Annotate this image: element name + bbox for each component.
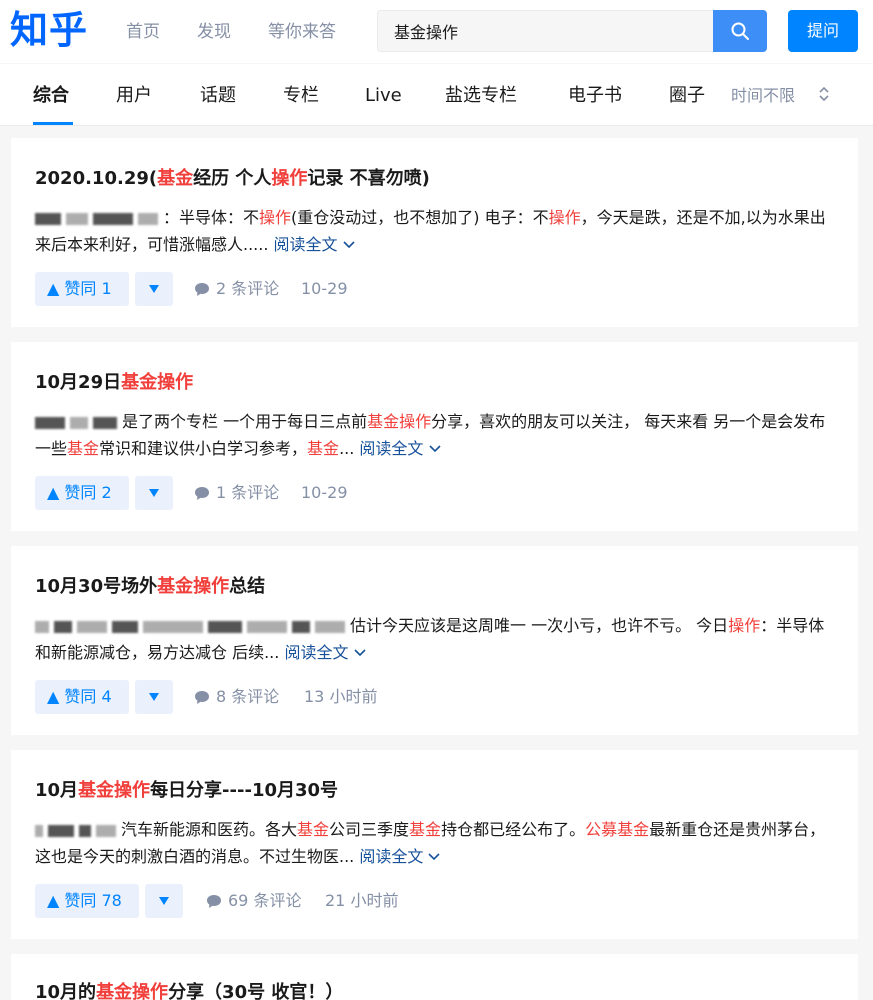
post-time: 13 小时前 — [304, 687, 378, 706]
ask-question-button[interactable]: 提问 — [788, 10, 858, 52]
downvote-button[interactable] — [135, 272, 173, 306]
comment-icon — [207, 895, 221, 908]
read-more-link[interactable]: 阅读全文 — [359, 847, 441, 866]
redacted-text — [96, 824, 116, 837]
search-result-card: 10月29日基金操作 是了两个专栏 一个用于每日三点前基金操作分享，喜欢的朋友可… — [11, 342, 858, 531]
comment-count[interactable]: 2 条评论 — [194, 272, 279, 306]
tab-all[interactable]: 综合 — [33, 84, 69, 108]
time-filter-select[interactable]: 时间不限 — [731, 85, 795, 107]
redacted-text — [112, 620, 138, 633]
triangle-down-icon — [149, 693, 159, 701]
redacted-text — [292, 620, 310, 633]
result-excerpt[interactable]: 汽车新能源和医药。各大基金公司三季度基金持仓都已经公布了。公募基金最新重仓还是贵… — [35, 816, 835, 870]
read-more-link[interactable]: 阅读全文 — [359, 439, 441, 458]
redacted-text — [208, 620, 242, 633]
top-header: 知乎 首页 发现 等你来答 提问 — [0, 0, 873, 63]
redacted-text — [66, 212, 88, 225]
redacted-text — [77, 620, 107, 633]
search-result-card: 10月30号场外基金操作总结 估计今天应该是这周唯一 一次小亏，也许不亏。 今日… — [11, 546, 858, 735]
downvote-button[interactable] — [135, 680, 173, 714]
read-more-link[interactable]: 阅读全文 — [274, 235, 355, 254]
search-result-card: 10月的基金操作分享（30号 收官！） — [11, 954, 858, 1000]
post-time: 10-29 — [301, 483, 348, 502]
redacted-text — [315, 620, 345, 633]
redacted-text — [93, 416, 117, 429]
comment-count[interactable]: 8 条评论 — [194, 680, 279, 714]
result-title[interactable]: 10月基金操作每日分享----10月30号 — [35, 778, 338, 804]
upvote-button[interactable]: ▲ 赞同 1 — [35, 272, 129, 306]
upvote-button[interactable]: ▲ 赞同 2 — [35, 476, 129, 510]
tab-circles[interactable]: 圈子 — [669, 84, 705, 108]
redacted-text — [35, 416, 65, 429]
chevron-down-icon — [353, 649, 366, 657]
tab-topics[interactable]: 话题 — [200, 84, 236, 108]
tab-salt-columns[interactable]: 盐选专栏 — [445, 84, 517, 108]
downvote-button[interactable] — [135, 476, 173, 510]
triangle-down-icon — [149, 489, 159, 497]
search-icon — [731, 22, 749, 40]
search-button[interactable] — [713, 10, 767, 52]
tab-ebooks[interactable]: 电子书 — [568, 84, 622, 108]
redacted-text — [35, 620, 49, 633]
result-title[interactable]: 10月29日基金操作 — [35, 370, 193, 396]
upvote-button[interactable]: ▲ 赞同 78 — [35, 884, 139, 918]
zhihu-logo[interactable]: 知乎 — [10, 6, 88, 54]
triangle-down-icon — [149, 285, 159, 293]
comment-icon — [195, 487, 209, 500]
active-tab-indicator — [33, 122, 73, 125]
comment-icon — [195, 691, 209, 704]
result-excerpt[interactable]: ：半导体：不操作(重仓没动过，也不想加了) 电子：不操作，今天是跌，还是不加,以… — [35, 204, 835, 258]
nav-home[interactable]: 首页 — [126, 20, 160, 44]
chevron-down-icon — [428, 853, 441, 861]
search-input[interactable] — [378, 11, 714, 51]
redacted-text — [93, 212, 133, 225]
triangle-down-icon — [159, 897, 169, 905]
comment-count[interactable]: 1 条评论 — [194, 476, 279, 510]
redacted-text — [70, 416, 88, 429]
comment-count[interactable]: 69 条评论 — [206, 884, 301, 918]
search-result-card: 2020.10.29(基金经历 个人操作记录 不喜勿喷) ：半导体：不操作(重仓… — [11, 138, 858, 327]
redacted-text — [79, 824, 91, 837]
redacted-text — [54, 620, 72, 633]
redacted-text — [35, 212, 61, 225]
result-excerpt[interactable]: 估计今天应该是这周唯一 一次小亏，也许不亏。 今日操作：半导体和新能源减仓，易方… — [35, 612, 835, 666]
search-result-card: 10月基金操作每日分享----10月30号 汽车新能源和医药。各大基金公司三季度… — [11, 750, 858, 939]
redacted-text — [138, 212, 158, 225]
redacted-text — [247, 620, 287, 633]
nav-discover[interactable]: 发现 — [197, 20, 231, 44]
post-time: 10-29 — [301, 279, 348, 298]
sort-arrows-icon[interactable] — [817, 84, 831, 104]
downvote-button[interactable] — [145, 884, 183, 918]
tab-live[interactable]: Live — [365, 84, 402, 108]
redacted-text — [35, 824, 43, 837]
chevron-down-icon — [343, 241, 355, 249]
search-box — [377, 10, 767, 52]
redacted-text — [143, 620, 203, 633]
search-tabs: 综合 用户 话题 专栏 Live 盐选专栏 电子书 圈子 时间不限 — [0, 64, 873, 126]
result-title[interactable]: 10月30号场外基金操作总结 — [35, 574, 265, 600]
redacted-text — [48, 824, 74, 837]
result-title[interactable]: 2020.10.29(基金经历 个人操作记录 不喜勿喷) — [35, 166, 430, 192]
comment-icon — [195, 283, 209, 296]
tab-columns[interactable]: 专栏 — [283, 84, 319, 108]
tab-users[interactable]: 用户 — [116, 84, 152, 108]
chevron-down-icon — [428, 445, 441, 453]
post-time: 21 小时前 — [325, 891, 399, 910]
nav-waiting-answers[interactable]: 等你来答 — [268, 20, 336, 44]
read-more-link[interactable]: 阅读全文 — [284, 643, 366, 662]
result-excerpt[interactable]: 是了两个专栏 一个用于每日三点前基金操作分享，喜欢的朋友可以关注， 每天来看 另… — [35, 408, 835, 462]
result-title[interactable]: 10月的基金操作分享（30号 收官！） — [35, 980, 343, 1000]
upvote-button[interactable]: ▲ 赞同 4 — [35, 680, 129, 714]
